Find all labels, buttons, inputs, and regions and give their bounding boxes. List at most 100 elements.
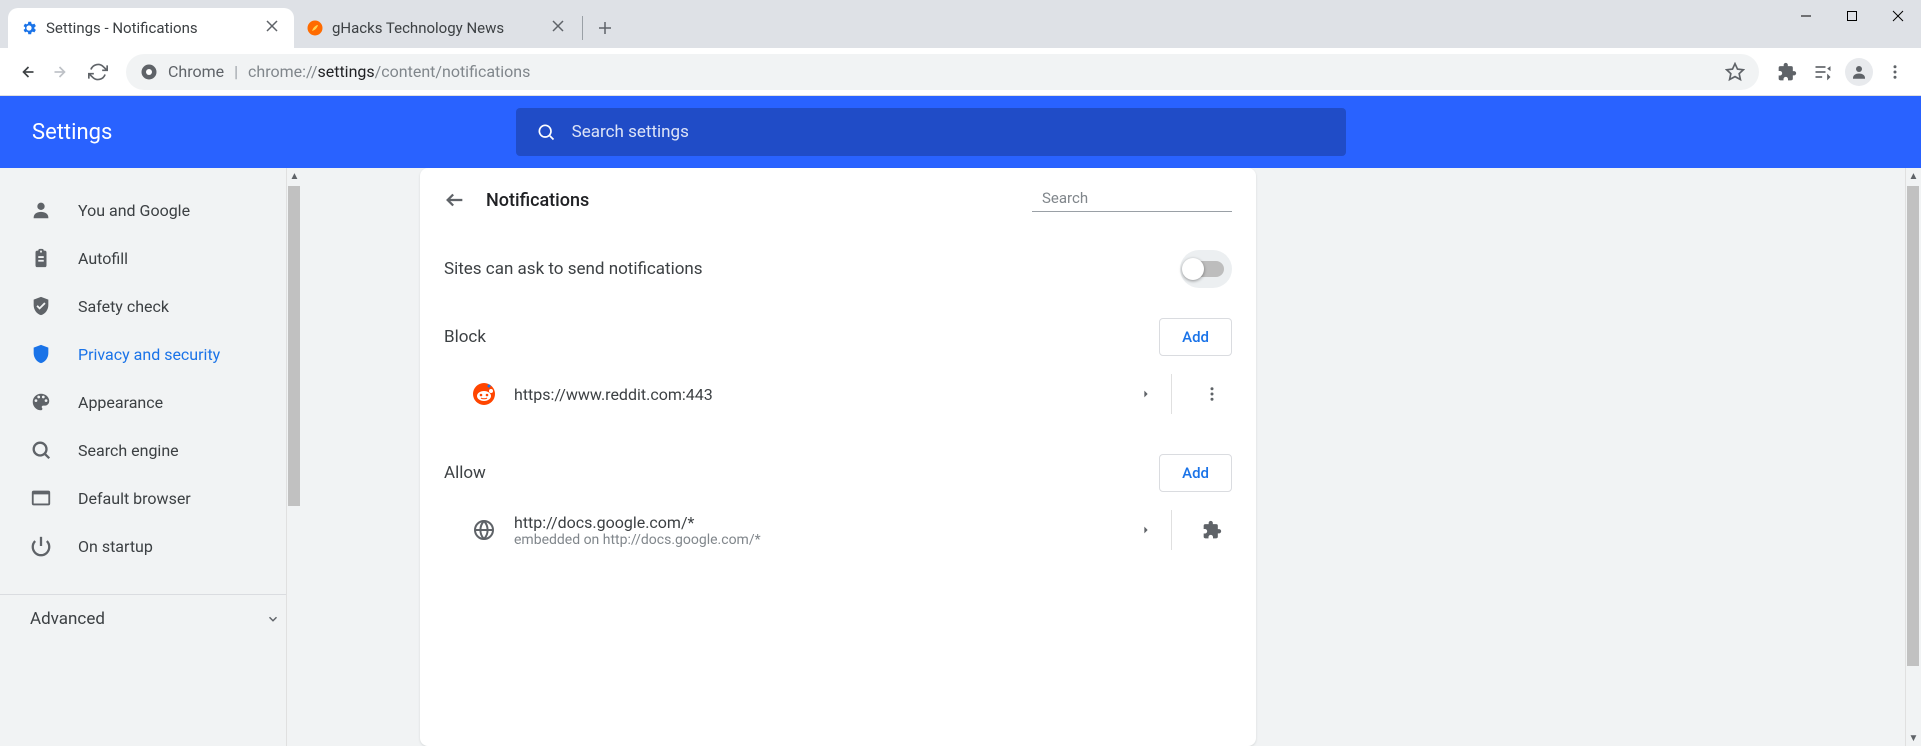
ask-permission-row: Sites can ask to send notifications xyxy=(420,232,1256,306)
ask-permission-toggle[interactable] xyxy=(1180,250,1232,288)
clipboard-icon xyxy=(30,247,52,269)
card-search-field[interactable] xyxy=(1032,189,1232,212)
forward-button[interactable] xyxy=(46,56,78,88)
new-tab-button[interactable] xyxy=(589,12,621,44)
sidebar-advanced[interactable]: Advanced xyxy=(0,594,302,642)
site-text: http://docs.google.com/* embedded on htt… xyxy=(514,513,761,548)
sidebar-item-label: You and Google xyxy=(78,201,190,220)
card-header: Notifications xyxy=(420,168,1256,232)
sidebar-item-you-and-google[interactable]: You and Google xyxy=(0,186,284,234)
reload-button[interactable] xyxy=(82,56,114,88)
sidebar-item-privacy-security[interactable]: Privacy and security xyxy=(0,330,284,378)
page-title: Notifications xyxy=(486,190,589,211)
more-vert-button[interactable] xyxy=(1192,385,1232,403)
scrollbar-thumb[interactable] xyxy=(1907,186,1919,666)
back-button[interactable] xyxy=(10,56,42,88)
content-area: Notifications Sites can ask to send noti… xyxy=(302,168,1921,746)
main-area: You and Google Autofill Safety check Pri… xyxy=(0,168,1921,746)
tab-title: Settings - Notifications xyxy=(46,19,258,37)
back-arrow-button[interactable] xyxy=(444,189,466,211)
sidebar-item-label: Autofill xyxy=(78,249,128,268)
close-tab-icon[interactable] xyxy=(552,20,568,36)
reddit-icon xyxy=(472,382,496,406)
profile-button[interactable] xyxy=(1843,56,1875,88)
card-search-input[interactable] xyxy=(1042,189,1241,207)
avatar-icon xyxy=(1845,58,1873,86)
site-url: http://docs.google.com/* xyxy=(514,513,761,532)
close-window-button[interactable] xyxy=(1875,0,1921,32)
url-scheme-label: Chrome xyxy=(168,62,224,81)
url-separator: | xyxy=(234,62,238,81)
scroll-up-icon[interactable]: ▲ xyxy=(287,168,302,184)
site-sub: embedded on http://docs.google.com/* xyxy=(514,532,761,548)
ask-permission-label: Sites can ask to send notifications xyxy=(444,259,703,279)
notifications-card: Notifications Sites can ask to send noti… xyxy=(420,168,1256,746)
block-add-button[interactable]: Add xyxy=(1159,318,1232,356)
search-settings-field[interactable] xyxy=(516,108,1346,156)
sidebar: You and Google Autofill Safety check Pri… xyxy=(0,168,302,746)
scroll-up-icon[interactable]: ▲ xyxy=(1906,168,1921,184)
sidebar-item-on-startup[interactable]: On startup xyxy=(0,522,284,570)
allow-add-button[interactable]: Add xyxy=(1159,454,1232,492)
tab-settings[interactable]: Settings - Notifications xyxy=(8,8,294,48)
allow-label: Allow xyxy=(444,463,486,483)
extension-icon[interactable] xyxy=(1192,520,1232,540)
tab-ghacks[interactable]: gHacks Technology News xyxy=(294,8,580,48)
sidebar-item-label: On startup xyxy=(78,537,153,556)
sidebar-item-safety-check[interactable]: Safety check xyxy=(0,282,284,330)
close-tab-icon[interactable] xyxy=(266,20,282,36)
sidebar-item-default-browser[interactable]: Default browser xyxy=(0,474,284,522)
separator xyxy=(1171,374,1172,414)
sidebar-item-label: Default browser xyxy=(78,489,191,508)
menu-button[interactable] xyxy=(1879,56,1911,88)
sidebar-item-appearance[interactable]: Appearance xyxy=(0,378,284,426)
browser-icon xyxy=(30,487,52,509)
sidebar-item-search-engine[interactable]: Search engine xyxy=(0,426,284,474)
sidebar-item-autofill[interactable]: Autofill xyxy=(0,234,284,282)
url-text: chrome://settings/content/notifications xyxy=(248,62,530,81)
separator xyxy=(1171,510,1172,550)
minimize-button[interactable] xyxy=(1783,0,1829,32)
window-controls xyxy=(1783,0,1921,32)
reading-list-button[interactable] xyxy=(1807,56,1839,88)
gear-icon xyxy=(20,19,38,37)
address-bar[interactable]: Chrome | chrome://settings/content/notif… xyxy=(126,54,1759,90)
sidebar-advanced-label: Advanced xyxy=(30,609,105,629)
maximize-button[interactable] xyxy=(1829,0,1875,32)
search-settings-input[interactable] xyxy=(572,122,1326,142)
site-text: https://www.reddit.com:443 xyxy=(514,385,713,404)
allow-site-row[interactable]: http://docs.google.com/* embedded on htt… xyxy=(420,500,1256,560)
shield-icon xyxy=(30,343,52,365)
search-icon xyxy=(30,439,52,461)
sidebar-scrollbar[interactable]: ▲ xyxy=(286,168,302,746)
sidebar-item-label: Safety check xyxy=(78,297,169,316)
sidebar-item-label: Search engine xyxy=(78,441,179,460)
chevron-right-icon[interactable] xyxy=(1141,387,1151,401)
extensions-button[interactable] xyxy=(1771,56,1803,88)
site-favicon-icon xyxy=(306,19,324,37)
tab-separator xyxy=(582,16,583,40)
search-icon xyxy=(536,122,556,142)
toolbar: Chrome | chrome://settings/content/notif… xyxy=(0,48,1921,96)
site-actions xyxy=(1141,374,1232,414)
block-section-header: Block Add xyxy=(420,306,1256,364)
site-url: https://www.reddit.com:443 xyxy=(514,385,713,404)
sidebar-item-label: Privacy and security xyxy=(78,345,220,364)
person-icon xyxy=(30,199,52,221)
tab-title: gHacks Technology News xyxy=(332,19,544,37)
sidebar-item-label: Appearance xyxy=(78,393,163,412)
scrollbar-thumb[interactable] xyxy=(288,186,300,506)
bookmark-star-icon[interactable] xyxy=(1725,62,1745,82)
settings-title: Settings xyxy=(32,120,112,145)
block-site-row[interactable]: https://www.reddit.com:443 xyxy=(420,364,1256,424)
settings-header: Settings xyxy=(0,96,1921,168)
chevron-down-icon xyxy=(266,612,280,626)
block-label: Block xyxy=(444,327,486,347)
palette-icon xyxy=(30,391,52,413)
chevron-right-icon[interactable] xyxy=(1141,523,1151,537)
tab-strip: Settings - Notifications gHacks Technolo… xyxy=(0,0,1921,48)
toggle-knob xyxy=(1182,258,1204,280)
shield-check-icon xyxy=(30,295,52,317)
scroll-down-icon[interactable]: ▼ xyxy=(1906,730,1921,746)
page-scrollbar[interactable]: ▲ ▼ xyxy=(1905,168,1921,746)
